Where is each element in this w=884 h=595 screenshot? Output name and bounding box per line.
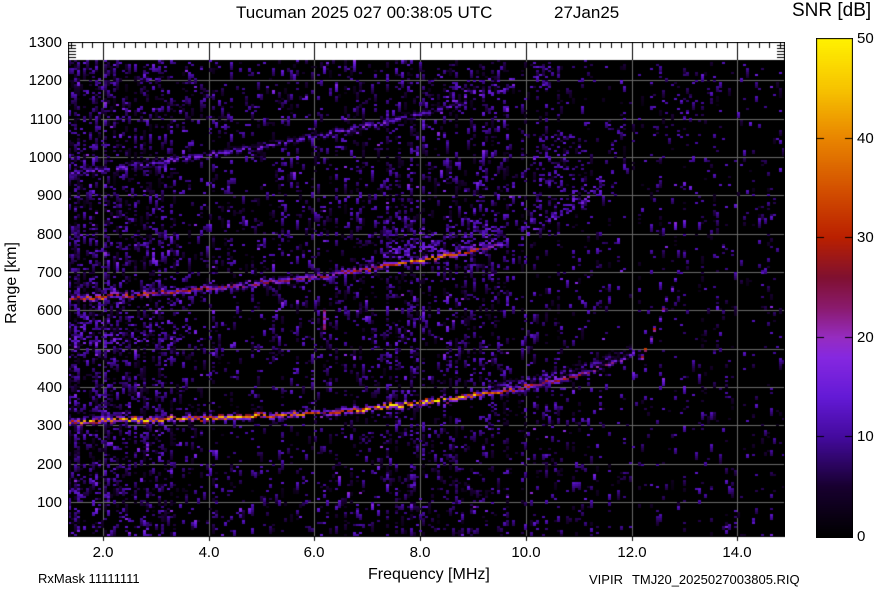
x-tick-label: 14.0 [722,544,752,561]
y-tick-label: 100 [36,494,62,511]
plot-title: Tucuman 2025 027 00:38:05 UTC [236,3,493,22]
y-tick-label: 1300 [28,34,62,51]
y-tick-label: 400 [36,379,62,396]
colorbar-tick-label: 10 [857,428,874,445]
colorbar-tick-label: 50 [857,30,874,47]
y-tick-label: 700 [36,264,62,281]
plot-date: 27Jan25 [554,3,620,22]
y-tick-label: 500 [36,341,62,358]
y-tick-label: 600 [36,302,62,319]
colorbar-tick-label: 20 [857,329,874,346]
filename: TMJ20_2025027003805.RIQ [631,572,800,587]
ionogram-plot-canvas [68,42,785,542]
x-tick-label: 2.0 [92,544,114,561]
y-tick-label: 1200 [28,72,62,89]
colorbar-tick-label: 0 [857,528,866,545]
x-tick-label: 10.0 [511,544,541,561]
colorbar-canvas [816,38,853,538]
data-file-label: VIPIR TMJ20_2025027003805.RIQ [589,572,800,587]
colorbar-tick-label: 30 [857,229,874,246]
y-tick-label: 1000 [28,149,62,166]
x-tick-label: 12.0 [617,544,647,561]
instrument-name: VIPIR [589,572,623,587]
colorbar-title: SNR [dB] [792,0,872,21]
y-tick-label: 1100 [29,111,62,128]
x-axis-label: Frequency [MHz] [368,566,490,583]
colorbar-tick-label: 40 [857,130,874,147]
x-tick-label: 8.0 [409,544,431,561]
y-tick-label: 300 [36,417,62,434]
y-tick-label: 200 [36,456,62,473]
y-tick-label: 800 [36,226,62,243]
x-tick-label: 4.0 [198,544,220,561]
ionogram-screenshot: Tucuman 2025 027 00:38:05 UTC 27Jan25 SN… [0,0,884,595]
y-tick-label: 900 [36,187,62,204]
x-tick-label: 6.0 [303,544,325,561]
rx-mask-label: RxMask 11111111 [38,571,140,586]
